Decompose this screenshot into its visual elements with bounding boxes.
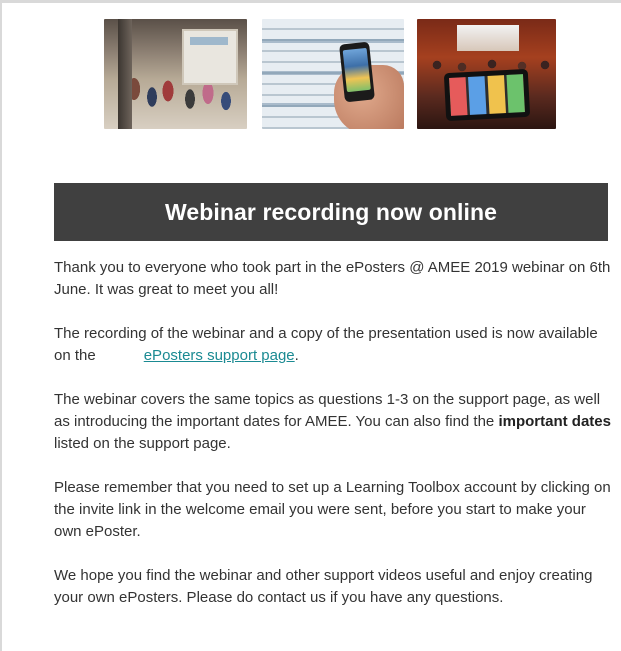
poster-hall-photo	[104, 19, 247, 129]
email-frame: Webinar recording now online Thank you t…	[0, 0, 621, 651]
photo-phone	[339, 41, 375, 103]
paragraph-recording: The recording of the webinar and a copy …	[54, 323, 612, 367]
paragraph-topics: The webinar covers the same topics as qu…	[54, 389, 612, 455]
email-body: Thank you to everyone who took part in t…	[54, 257, 612, 631]
recording-text: The recording of the webinar and a copy …	[54, 325, 598, 364]
paragraph-closing: We hope you find the webinar and other s…	[54, 567, 593, 606]
photo-poster-board	[182, 29, 238, 85]
paragraph-thanks: Thank you to everyone who took part in t…	[54, 259, 611, 298]
header-image-row	[2, 19, 621, 131]
photo-projector-screen	[457, 25, 519, 51]
topics-text-end: listed on the support page.	[54, 435, 231, 452]
important-dates-bold: important dates	[498, 413, 611, 430]
paragraph-account: Please remember that you need to set up …	[54, 479, 611, 540]
photo-tablet	[443, 68, 531, 122]
phone-posters-photo	[262, 19, 404, 129]
auditorium-photo	[417, 19, 556, 129]
photo-stripe	[262, 39, 404, 43]
photo-pillar	[118, 19, 132, 129]
webinar-banner: Webinar recording now online	[54, 183, 608, 241]
support-page-link[interactable]: ePosters support page	[144, 347, 295, 364]
banner-title: Webinar recording now online	[164, 198, 498, 225]
recording-period: .	[294, 347, 299, 364]
